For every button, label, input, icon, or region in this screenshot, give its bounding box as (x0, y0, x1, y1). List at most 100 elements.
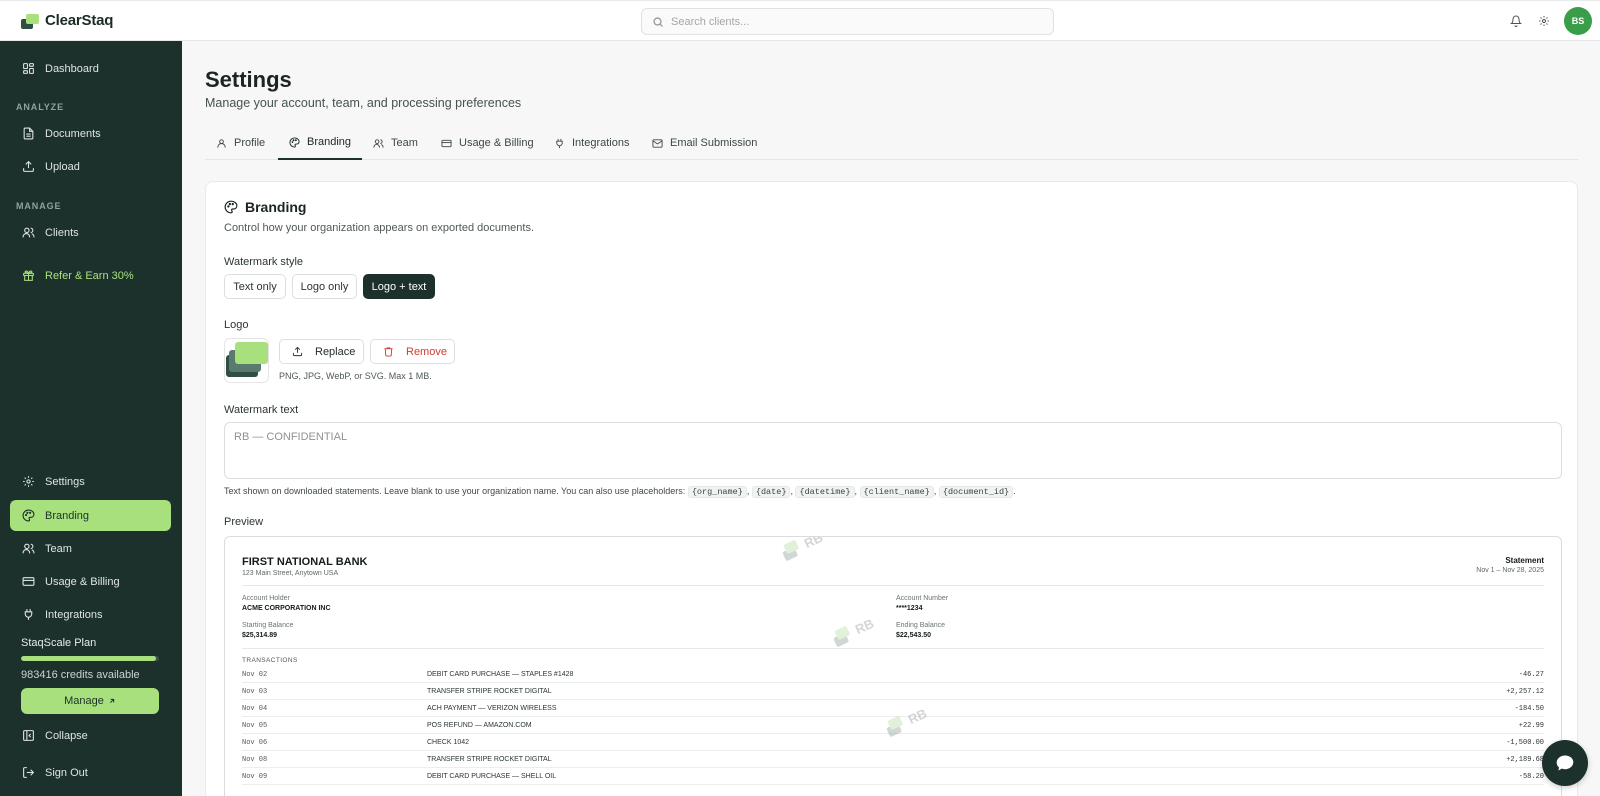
trash-icon (384, 347, 393, 357)
tab-team[interactable]: Team (362, 126, 429, 160)
remove-logo-button[interactable]: Remove (370, 339, 455, 364)
sidebar-item-label: Team (45, 542, 72, 555)
palette-icon (289, 136, 300, 148)
starting-balance-label: Starting Balance (242, 622, 294, 629)
sidebar-item-sign-out[interactable]: Sign Out (10, 757, 171, 788)
transaction-row: Nov 03 TRANSFER STRIPE ROCKET DIGITAL +2,2… (242, 683, 1544, 700)
statement-preview: FIRST NATIONAL BANK 123 Main Street, Any… (224, 536, 1562, 796)
chat-widget-button[interactable] (1542, 740, 1588, 786)
bell-icon[interactable] (1508, 13, 1524, 29)
transactions-heading: TRANSACTIONS (242, 657, 298, 664)
sidebar-item-label: Sign Out (45, 766, 88, 779)
transaction-amount: -58.20 (1518, 773, 1544, 781)
gear-icon (23, 476, 34, 487)
account-holder-value: ACME CORPORATION INC (242, 605, 331, 612)
sidebar-item-label: Documents (45, 127, 101, 140)
placeholder-code: {client_name} (859, 486, 934, 498)
mail-icon (652, 138, 663, 148)
sidebar-item-clients[interactable]: Clients (10, 217, 171, 248)
sidebar-item-collapse[interactable]: Collapse (10, 720, 171, 751)
bank-address: 123 Main Street, Anytown USA (242, 570, 339, 577)
page-title: Settings (205, 67, 292, 92)
sidebar-item-dashboard[interactable]: Dashboard (10, 53, 171, 84)
upload-icon (23, 160, 34, 172)
starting-balance-value: $25,314.89 (242, 632, 278, 639)
plan-usage-bar (21, 656, 159, 661)
logo-format-hint: PNG, JPG, WebP, or SVG. Max 1 MB. (279, 371, 432, 381)
style-text-only-button[interactable]: Text only (224, 274, 286, 299)
plan-usage-fill (21, 656, 157, 661)
sidebar-item-label: Upload (45, 160, 80, 173)
credits-available: 983416 credits available (21, 669, 140, 681)
tab-integrations[interactable]: Integrations (543, 126, 640, 160)
replace-logo-button[interactable]: Replace (279, 339, 364, 364)
transaction-amount: +2,189.68 (1506, 756, 1544, 764)
tab-usage-billing[interactable]: Usage & Billing (430, 126, 545, 160)
app-logo[interactable]: ClearStaq (21, 12, 113, 29)
tab-label: Branding (307, 136, 352, 148)
app-name: ClearStaq (45, 12, 114, 29)
search-icon (653, 16, 663, 27)
sidebar-item-documents[interactable]: Documents (10, 118, 171, 149)
page-subtitle: Manage your account, team, and processin… (205, 96, 522, 110)
tab-label: Profile (234, 137, 266, 149)
main-content: Settings Manage your account, team, and … (182, 41, 1600, 796)
gear-icon[interactable] (1536, 13, 1552, 29)
tab-branding[interactable]: Branding (278, 126, 363, 160)
transaction-description: POS REFUND — AMAZON.COM (427, 722, 532, 729)
sidebar-item-branding[interactable]: Branding (10, 500, 171, 531)
style-logo-text-button[interactable]: Logo + text (363, 274, 435, 299)
gift-icon (23, 270, 34, 281)
search-input[interactable] (671, 15, 1031, 28)
transaction-date: Nov 06 (242, 739, 268, 747)
account-number-value: ****1234 (896, 605, 923, 612)
card-title: Branding (224, 199, 306, 215)
style-logo-only-button[interactable]: Logo only (292, 274, 357, 299)
settings-tabs: Profile Branding Team Usage & Billing In… (205, 126, 1578, 160)
statement-title: Statement (1505, 556, 1544, 565)
palette-icon (224, 200, 238, 214)
sidebar-item-label: Settings (45, 475, 85, 488)
credit-card-icon (441, 139, 452, 147)
transaction-date: Nov 09 (242, 773, 268, 781)
divider (242, 585, 1544, 586)
dashboard-icon (23, 63, 34, 74)
transaction-date: Nov 02 (242, 671, 268, 679)
transaction-description: TRANSFER STRIPE ROCKET DIGITAL (427, 688, 552, 695)
manage-plan-button[interactable]: Manage (21, 688, 159, 714)
users-icon (22, 227, 35, 238)
transaction-row: Nov 09 DEBIT CARD PURCHASE — SHELL OIL -58… (242, 768, 1544, 785)
transaction-date: Nov 04 (242, 705, 268, 713)
palette-icon (22, 509, 35, 522)
logo-preview (224, 338, 269, 383)
transaction-amount: +22.99 (1518, 722, 1544, 730)
transaction-date: Nov 08 (242, 756, 268, 764)
transaction-row: Nov 08 TRANSFER STRIPE ROCKET DIGITAL +2,1… (242, 751, 1544, 768)
manage-label: Manage (64, 695, 104, 707)
sidebar-item-team[interactable]: Team (10, 533, 171, 564)
sidebar-item-label: Dashboard (45, 62, 99, 75)
statement-range: Nov 1 – Nov 28, 2025 (1476, 567, 1544, 574)
sidebar-item-settings[interactable]: Settings (10, 466, 171, 497)
transaction-description: ACH PAYMENT — VERIZON WIRELESS (427, 705, 557, 712)
tab-email-submission[interactable]: Email Submission (641, 126, 768, 160)
sidebar-item-usage-billing[interactable]: Usage & Billing (10, 566, 171, 597)
tab-label: Team (391, 137, 418, 149)
tab-profile[interactable]: Profile (205, 126, 276, 160)
ending-balance-label: Ending Balance (896, 622, 946, 629)
collapse-icon (23, 730, 34, 741)
search-box[interactable] (641, 8, 1054, 35)
user-avatar[interactable]: BS (1564, 7, 1592, 35)
watermark-text-input[interactable] (224, 422, 1562, 479)
card-title-text: Branding (245, 199, 307, 215)
sidebar-item-upload[interactable]: Upload (10, 151, 171, 182)
credit-card-icon (22, 577, 35, 586)
sidebar-item-refer[interactable]: Refer & Earn 30% (10, 260, 171, 291)
sidebar-item-label: Clients (45, 226, 79, 239)
transaction-description: TRANSFER STRIPE ROCKET DIGITAL (427, 756, 552, 763)
ending-balance-value: $22,543.50 (896, 632, 932, 639)
upload-icon (292, 346, 303, 357)
sidebar-item-integrations[interactable]: Integrations (10, 599, 171, 630)
plug-icon (24, 609, 33, 620)
transaction-date: Nov 03 (242, 688, 268, 696)
